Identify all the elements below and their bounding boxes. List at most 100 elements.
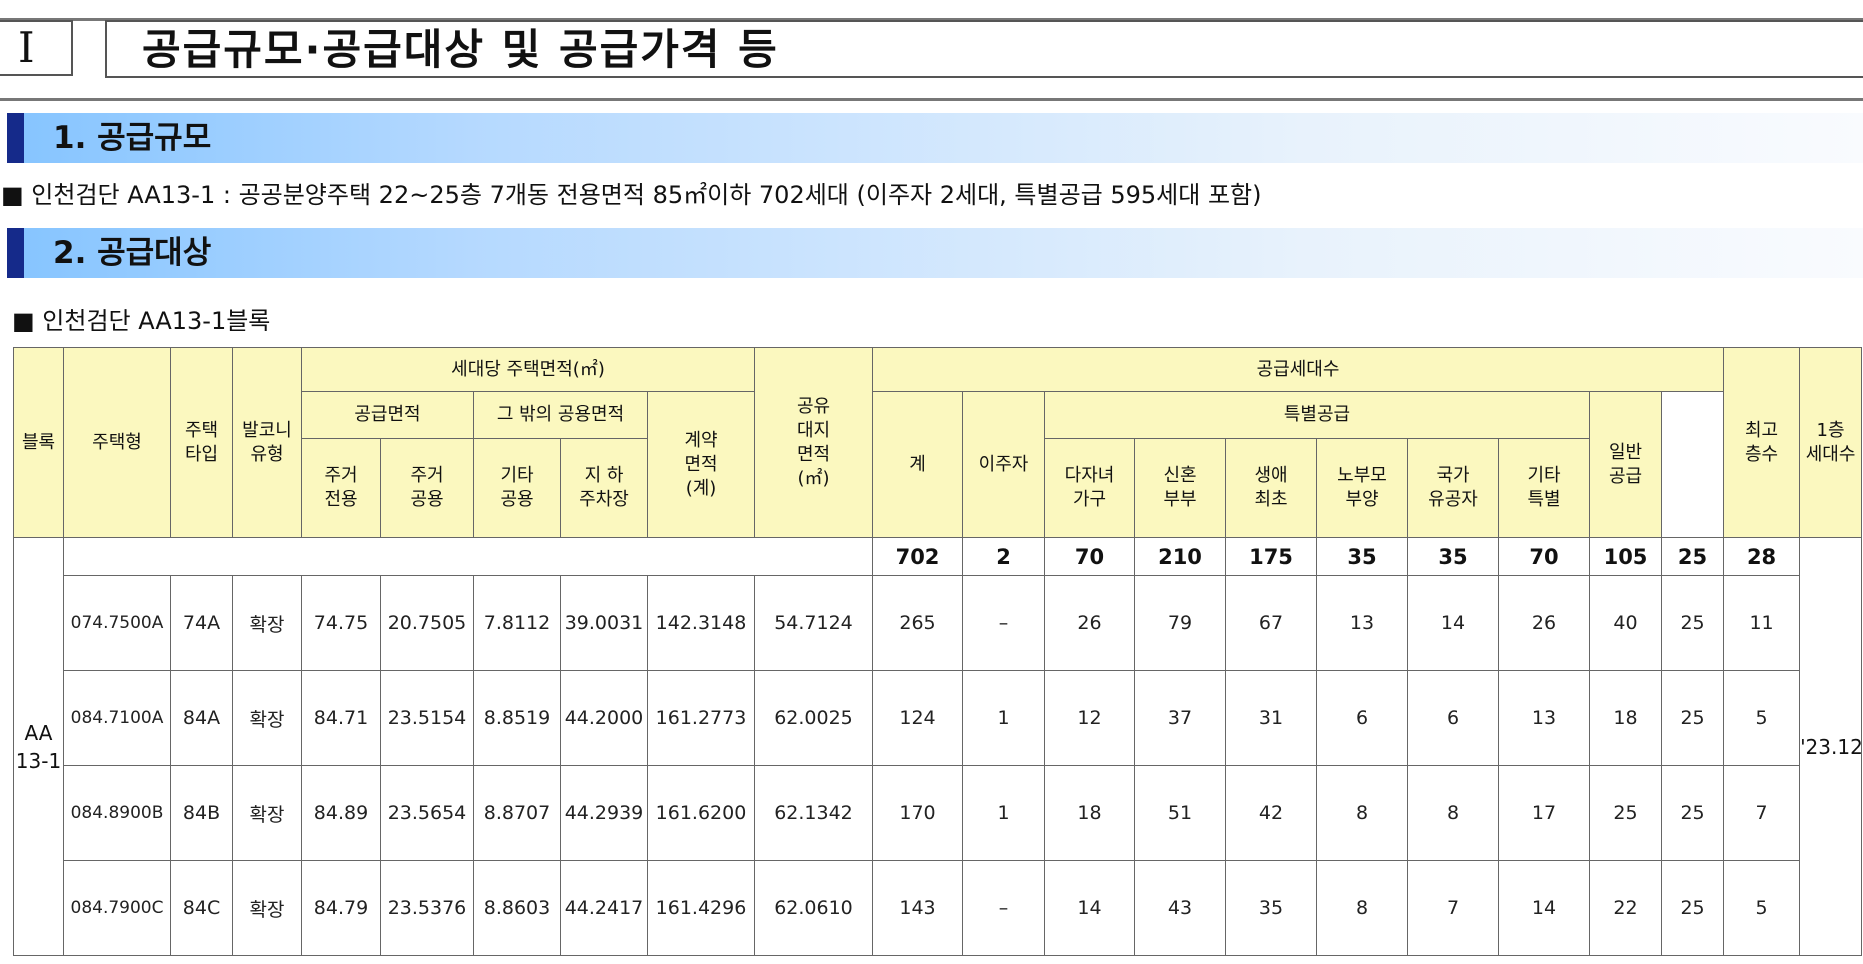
cell-land: 62.0610 [754, 860, 873, 956]
section-accent [7, 228, 24, 278]
cell-max-floor: 25 [1660, 765, 1725, 861]
header-contract-area: 계약 면적 (계) [647, 391, 755, 538]
cell-land: 54.7124 [754, 575, 873, 671]
cell-other-common: 8.8707 [473, 765, 561, 861]
header-other-common-area: 그 밖의 공용면적 [473, 391, 648, 439]
cell-total: 143 [872, 860, 963, 956]
cell-housing-type: 084.7100A [63, 670, 171, 766]
cell-other-special: 17 [1498, 765, 1590, 861]
cell-type: 84B [170, 765, 233, 861]
cell-balcony: 확장 [232, 860, 302, 956]
header-supply-area: 공급면적 [301, 391, 474, 439]
cell-first-time: 42 [1225, 765, 1317, 861]
cell-multi-child: 14 [1044, 860, 1135, 956]
header-residential-common: 주거 공용 [380, 438, 474, 538]
header-exclusive-area: 주거 전용 [301, 438, 381, 538]
cell-relocatee: – [962, 575, 1045, 671]
header-first-time: 생애 최초 [1225, 438, 1317, 538]
total-newlywed: 210 [1134, 537, 1226, 576]
cell-multi-child: 26 [1044, 575, 1135, 671]
section-bar-supply-scale: 1. 공급규모 [7, 113, 1863, 163]
header-balcony: 발코니 유형 [232, 347, 302, 538]
cell-veteran: 14 [1407, 575, 1499, 671]
total-first-time: 175 [1225, 537, 1317, 576]
cell-total: 170 [872, 765, 963, 861]
cell-elderly: 6 [1316, 670, 1408, 766]
cell-relocatee: 1 [962, 670, 1045, 766]
cell-elderly: 13 [1316, 575, 1408, 671]
total-multi-child: 70 [1044, 537, 1135, 576]
chapter-title: 공급규모·공급대상 및 공급가격 등 [142, 25, 779, 74]
cell-multi-child: 18 [1044, 765, 1135, 861]
cell-first-floor: 11 [1723, 575, 1801, 671]
header-general-supply: 일반 공급 [1589, 391, 1662, 538]
header-other-special: 기타 특별 [1498, 438, 1590, 538]
cell-other-special: 13 [1498, 670, 1590, 766]
cell-type: 74A [170, 575, 233, 671]
header-other-common: 기타 공용 [473, 438, 561, 538]
table-row: 084.7900C 84C 확장 84.79 23.5376 8.8603 44… [14, 860, 1862, 956]
total-first-floor: 28 [1723, 537, 1801, 576]
total-units: 702 [872, 537, 963, 576]
cell-newlywed: 37 [1134, 670, 1226, 766]
cell-general: 40 [1589, 575, 1662, 671]
supply-table: 블록 주택형 주택 타입 발코니 유형 세대당 주택면적(㎡) 공유 대지 면적 (㎡) … [13, 347, 1863, 956]
cell-balcony: 확장 [232, 670, 302, 766]
cell-parking: 44.2939 [560, 765, 648, 861]
cell-first-time: 67 [1225, 575, 1317, 671]
cell-first-time: 35 [1225, 860, 1317, 956]
cell-type: 84C [170, 860, 233, 956]
cell-parking: 44.2000 [560, 670, 648, 766]
header-first-floor-units: 1층 세대수 [1799, 347, 1863, 538]
cell-residential-common: 20.7505 [380, 575, 474, 671]
cell-elderly: 8 [1316, 765, 1408, 861]
cell-general: 25 [1589, 765, 1662, 861]
cell-relocatee: 1 [962, 765, 1045, 861]
header-elderly-support: 노부모 부양 [1316, 438, 1408, 538]
cell-contract: 161.4296 [647, 860, 755, 956]
section-accent [7, 113, 24, 163]
cell-housing-type: 074.7500A [63, 575, 171, 671]
cell-relocatee: – [962, 860, 1045, 956]
cell-land: 62.1342 [754, 765, 873, 861]
cell-parking: 39.0031 [560, 575, 648, 671]
cell-max-floor: 25 [1660, 575, 1725, 671]
cell-exclusive: 84.79 [301, 860, 381, 956]
cell-balcony: 확장 [232, 575, 302, 671]
totals-blank [63, 537, 873, 576]
cell-contract: 161.2773 [647, 670, 755, 766]
cell-balcony: 확장 [232, 765, 302, 861]
cell-other-common: 8.8519 [473, 670, 561, 766]
cell-total: 265 [872, 575, 963, 671]
header-multi-child: 다자녀 가구 [1044, 438, 1135, 538]
header-block: 블록 [13, 347, 64, 538]
totals-row: AA 13-1 702 2 70 210 175 35 35 70 105 25 … [13, 537, 1863, 956]
section-title: 1. 공급규모 [53, 120, 212, 156]
cell-general: 22 [1589, 860, 1662, 956]
cell-first-floor: 7 [1723, 765, 1801, 861]
total-relocatee: 2 [962, 537, 1045, 576]
header-special-supply: 특별공급 [1044, 391, 1590, 439]
cell-elderly: 8 [1316, 860, 1408, 956]
cell-type: 84A [170, 670, 233, 766]
table-header-row: 블록 주택형 주택 타입 발코니 유형 세대당 주택면적(㎡) 공유 대지 면적 (㎡) … [13, 347, 1863, 538]
cell-residential-common: 23.5154 [380, 670, 474, 766]
cell-newlywed: 79 [1134, 575, 1226, 671]
chapter-title-box: 공급규모·공급대상 및 공급가격 등 [105, 20, 1863, 78]
cell-other-special: 14 [1498, 860, 1590, 956]
cell-veteran: 7 [1407, 860, 1499, 956]
header-veteran: 국가 유공자 [1407, 438, 1499, 538]
supply-summary: ■ 인천검단 AA13-1 : 공공분양주택 22~25층 7개동 전용면적 8… [1, 181, 1262, 209]
cell-newlywed: 43 [1134, 860, 1226, 956]
table-row: 084.7100A 84A 확장 84.71 23.5154 8.8519 44… [14, 670, 1862, 766]
total-veteran: 35 [1407, 537, 1499, 576]
cell-other-special: 26 [1498, 575, 1590, 671]
header-total: 계 [872, 391, 963, 538]
cell-newlywed: 51 [1134, 765, 1226, 861]
cell-veteran: 8 [1407, 765, 1499, 861]
section-title: 2. 공급대상 [53, 235, 212, 271]
total-general: 105 [1589, 537, 1662, 576]
cell-exclusive: 74.75 [301, 575, 381, 671]
cell-first-time: 31 [1225, 670, 1317, 766]
cell-max-floor: 25 [1660, 860, 1725, 956]
